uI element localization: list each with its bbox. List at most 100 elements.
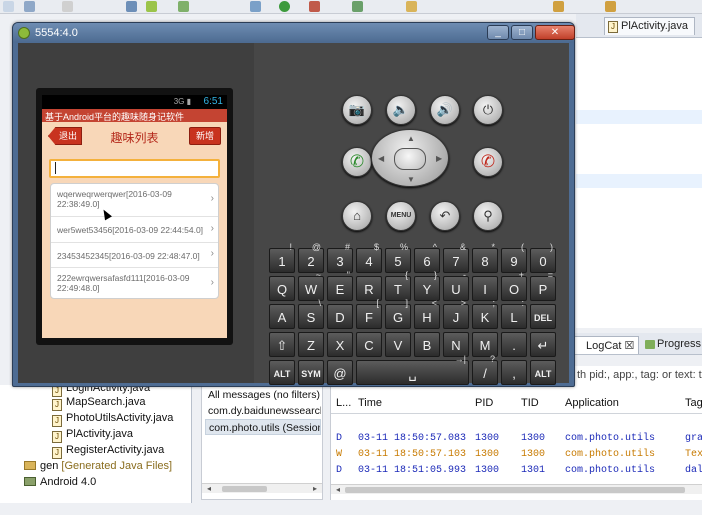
- volume-up-button[interactable]: 🔊: [430, 95, 460, 125]
- minimize-button[interactable]: _: [487, 25, 509, 40]
- search-button[interactable]: ⚲: [473, 201, 503, 231]
- log-row[interactable]: D 03-11 18:50:57.083 1300 1300 com.photo…: [331, 431, 702, 447]
- scroll-thumb[interactable]: [222, 486, 267, 492]
- add-button[interactable]: 新增: [189, 127, 221, 145]
- editor-tab-plactivity[interactable]: J PlActivity.java: [604, 17, 696, 35]
- key-shift[interactable]: ⇧: [269, 332, 295, 357]
- key-h[interactable]: H <: [414, 298, 440, 329]
- search-input[interactable]: [49, 159, 220, 178]
- tree-item[interactable]: J RegisterActivity.java: [52, 444, 164, 460]
- dpad-up-icon[interactable]: ▲: [407, 134, 415, 143]
- key-v[interactable]: V: [385, 332, 411, 357]
- filter-item[interactable]: All messages (no filters): [205, 387, 321, 403]
- key-k[interactable]: K;: [472, 298, 498, 329]
- end-call-button[interactable]: ✆: [473, 147, 503, 177]
- column-pid[interactable]: PID: [475, 397, 493, 409]
- key-1[interactable]: 1!: [269, 242, 295, 273]
- build-icon[interactable]: [126, 1, 137, 12]
- logcat-search[interactable]: th pid:, app:, tag: or text: to: [575, 366, 702, 386]
- tree-item[interactable]: J PlActivity.java: [52, 428, 133, 444]
- column-time[interactable]: Time: [358, 397, 382, 409]
- camera-button[interactable]: 📷: [342, 95, 372, 125]
- key-l[interactable]: L:: [501, 298, 527, 329]
- list-item[interactable]: 23453452345[2016-03-09 22:48:47.0] ›: [51, 243, 218, 268]
- run-icon[interactable]: [279, 1, 290, 12]
- horizontal-scrollbar[interactable]: ◂ ▸: [202, 483, 322, 493]
- back-nav-icon[interactable]: [553, 1, 564, 12]
- key-x[interactable]: X: [327, 332, 353, 357]
- dpad-left-icon[interactable]: ◀: [378, 154, 384, 163]
- key-8[interactable]: 8 *: [472, 242, 498, 273]
- tree-item[interactable]: J MapSearch.java: [52, 396, 146, 412]
- back-button[interactable]: ↶: [430, 201, 460, 231]
- key-alt-left[interactable]: ALT: [269, 360, 295, 385]
- device-screen[interactable]: 3G ▮ 6:51 基于Android平台的趣味随身记软件 退出 趣味列表 新增…: [42, 95, 227, 338]
- list-item[interactable]: wer5wet53456[2016-03-09 22:44:54.0] ›: [51, 217, 218, 243]
- key-b[interactable]: B: [414, 332, 440, 357]
- forward-nav-icon[interactable]: [605, 1, 616, 12]
- key-a[interactable]: A: [269, 304, 295, 329]
- key-del[interactable]: DEL: [530, 304, 556, 329]
- filter-item[interactable]: com.dy.baidunewssearch: [205, 403, 321, 419]
- key-z[interactable]: Z: [298, 332, 324, 357]
- key-s[interactable]: S \: [298, 298, 324, 329]
- horizontal-scrollbar[interactable]: ◂: [331, 484, 702, 494]
- tree-item-android[interactable]: Android 4.0: [24, 476, 96, 492]
- debug-icon[interactable]: [250, 1, 261, 12]
- scroll-right-icon[interactable]: ▸: [310, 484, 320, 494]
- tree-item-gen[interactable]: gen [Generated Java Files]: [24, 460, 172, 476]
- new-icon[interactable]: [3, 1, 14, 12]
- key-f[interactable]: F[: [356, 298, 382, 329]
- external-tools-icon[interactable]: [309, 1, 320, 12]
- key-e[interactable]: E ": [327, 270, 353, 301]
- home-button[interactable]: ⌂: [342, 201, 372, 231]
- android-sdk-icon[interactable]: [146, 1, 157, 12]
- tab-progress[interactable]: Progress: [643, 336, 702, 354]
- list-item[interactable]: 222ewrqwersafasfd111[2016-03-09 22:49:48…: [51, 268, 218, 298]
- new-class-icon[interactable]: [352, 1, 363, 12]
- key-enter[interactable]: ↵: [530, 332, 556, 357]
- column-level[interactable]: L...: [336, 397, 351, 409]
- close-icon[interactable]: ☒: [625, 340, 635, 352]
- call-button[interactable]: ✆: [342, 147, 372, 177]
- key-at[interactable]: @: [327, 360, 353, 385]
- key-c[interactable]: C: [356, 332, 382, 357]
- scroll-left-icon[interactable]: ◂: [204, 484, 214, 494]
- power-button[interactable]: ⏻: [473, 95, 503, 125]
- key-comma[interactable]: ,: [501, 360, 527, 385]
- log-row[interactable]: W 03-11 18:50:57.103 1300 1300 com.photo…: [331, 447, 702, 463]
- column-tag[interactable]: Tag: [685, 397, 702, 409]
- dpad-center-button[interactable]: [394, 148, 426, 170]
- scroll-left-icon[interactable]: ◂: [333, 485, 343, 495]
- dpad[interactable]: ▲ ▼ ◀ ▶: [371, 129, 449, 187]
- key-q[interactable]: Q: [269, 276, 295, 301]
- key-d[interactable]: D: [327, 304, 353, 329]
- filter-item-selected[interactable]: com.photo.utils (Session): [205, 419, 321, 435]
- tab-logcat[interactable]: LogCat ☒: [571, 336, 640, 354]
- key-sym[interactable]: SYM: [298, 360, 324, 385]
- key-j[interactable]: J >: [443, 298, 469, 329]
- key-period[interactable]: .: [501, 332, 527, 357]
- tree-item[interactable]: J PhotoUtilsActivity.java: [52, 412, 173, 428]
- key-space[interactable]: ␣ →|: [356, 354, 469, 385]
- save-icon[interactable]: [24, 1, 35, 12]
- print-icon[interactable]: [62, 1, 73, 12]
- list-item[interactable]: wqerweqrwerqwer[2016-03-09 22:38:49.0] ›: [51, 184, 218, 217]
- key-4[interactable]: 4 $: [356, 242, 382, 273]
- key-slash[interactable]: /?: [472, 354, 498, 385]
- key-p[interactable]: P =: [530, 270, 556, 301]
- checklist-icon[interactable]: [178, 1, 189, 12]
- search-toolbar-icon[interactable]: [406, 1, 417, 12]
- log-row[interactable]: D 03-11 18:51:05.993 1300 1301 com.photo…: [331, 463, 702, 479]
- dpad-right-icon[interactable]: ▶: [436, 154, 442, 163]
- key-alt-right[interactable]: ALT: [530, 360, 556, 385]
- menu-button[interactable]: MENU: [386, 201, 416, 231]
- volume-down-button[interactable]: 🔈: [386, 95, 416, 125]
- maximize-button[interactable]: □: [511, 25, 533, 40]
- column-application[interactable]: Application: [565, 397, 619, 409]
- close-button[interactable]: ✕: [535, 25, 575, 40]
- dpad-down-icon[interactable]: ▼: [407, 175, 415, 184]
- key-g[interactable]: G]: [385, 298, 411, 329]
- code-editor[interactable]: [576, 38, 702, 328]
- column-tid[interactable]: TID: [521, 397, 539, 409]
